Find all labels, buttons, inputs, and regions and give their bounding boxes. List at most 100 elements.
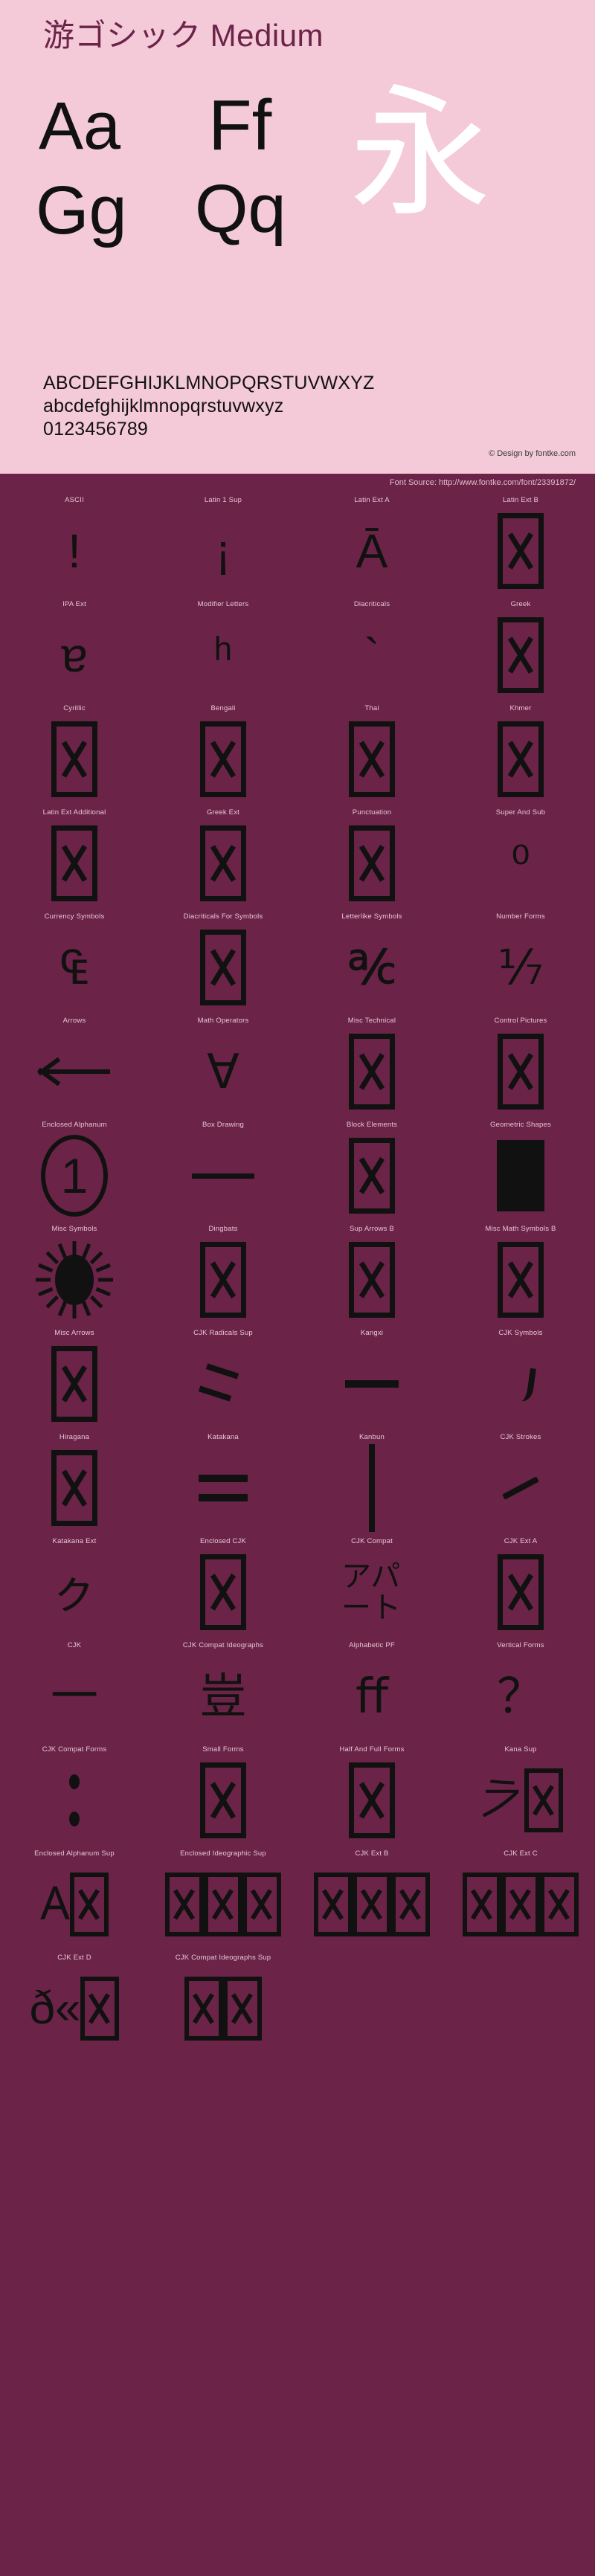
unicode-block-cell[interactable]: Misc Math Symbols B — [446, 1222, 595, 1326]
tofu-box-icon — [349, 721, 395, 797]
unicode-block-cell[interactable]: Enclosed Ideographic Sup — [149, 1846, 298, 1951]
unicode-block-label: Latin Ext B — [502, 496, 539, 504]
unicode-block-cell[interactable]: Alphabetic PF ﬀ — [298, 1638, 446, 1742]
unicode-block-cell[interactable]: Latin Ext A Ā — [298, 493, 446, 597]
unicode-block-cell[interactable]: ASCII! — [0, 493, 149, 597]
unicode-block-cell[interactable]: Super And Sub ⁰ — [446, 805, 595, 909]
unicode-block-cell[interactable]: Math Operators ∀ — [149, 1014, 298, 1118]
unicode-block-cell[interactable]: Small Forms — [149, 1742, 298, 1846]
unicode-block-cell[interactable]: CJK Symbols — [446, 1326, 595, 1430]
unicode-block-cell[interactable]: Latin 1 Sup ¡ — [149, 493, 298, 597]
unicode-block-cell[interactable]: Arrows — [0, 1014, 149, 1118]
unicode-block-cell[interactable]: Khmer — [446, 701, 595, 805]
unicode-block-cell[interactable]: Bengali — [149, 701, 298, 805]
unicode-block-label: Diacriticals For Symbols — [183, 912, 263, 921]
unicode-block-cell[interactable]: CJK Compat Ideographs Sup — [149, 1951, 298, 2055]
unicode-block-label: Diacriticals — [353, 600, 390, 608]
unicode-block-cell[interactable]: Diacriticals For Symbols — [149, 909, 298, 1014]
block-sample-glyph — [149, 1754, 298, 1846]
unicode-block-cell[interactable]: CJK Compat Ideographs 豈 — [149, 1638, 298, 1742]
unicode-block-cell[interactable]: Number Forms ⅐ — [446, 909, 595, 1014]
unicode-block-cell[interactable]: Misc Symbols — [0, 1222, 149, 1326]
unicode-block-cell[interactable]: CJK Ext D ð« — [0, 1951, 149, 2055]
unicode-block-cell[interactable]: CJK Compat アパート — [298, 1534, 446, 1638]
unicode-block-cell[interactable]: Diacriticals ` — [298, 597, 446, 701]
unicode-block-cell[interactable]: Greek — [446, 597, 595, 701]
block-sample-glyph — [446, 1025, 595, 1118]
unicode-block-cell[interactable]: Half And Full Forms — [298, 1742, 446, 1846]
unicode-block-cell[interactable]: Enclosed CJK — [149, 1534, 298, 1638]
unicode-block-cell[interactable]: Misc Arrows — [0, 1326, 149, 1430]
unicode-block-cell[interactable]: Vertical Forms ？ — [446, 1638, 595, 1742]
unicode-block-cell[interactable]: Box Drawing — [149, 1118, 298, 1222]
unicode-block-label: ASCII — [65, 496, 84, 504]
tofu-box-icon — [51, 1346, 97, 1422]
unicode-block-cell[interactable]: Kangxi — [298, 1326, 446, 1430]
block-sample-text: ⅐ — [497, 941, 544, 994]
unicode-block-cell[interactable]: Hiragana — [0, 1430, 149, 1534]
unicode-block-cell[interactable]: CJK Radicals Sup — [149, 1326, 298, 1430]
unicode-block-cell[interactable]: Modifier Letters ʰ — [149, 597, 298, 701]
tofu-box-icon — [204, 1873, 242, 1936]
unicode-block-cell[interactable]: Letterlike Symbols ℀ — [298, 909, 446, 1014]
unicode-block-cell[interactable]: CJK Strokes — [446, 1430, 595, 1534]
block-sample-glyph — [149, 1442, 298, 1534]
unicode-block-cell[interactable]: CJK 一 — [0, 1638, 149, 1742]
unicode-block-cell[interactable]: CJK Ext A — [446, 1534, 595, 1638]
block-sample-glyph — [446, 1962, 595, 2055]
unicode-block-cell[interactable]: Enclosed Alphanum 1 — [0, 1118, 149, 1222]
block-sample-glyph: アパート — [298, 1546, 446, 1638]
unicode-block-cell[interactable]: Kana Sup 𛀀 — [446, 1742, 595, 1846]
charset-uppercase: ABCDEFGHIJKLMNOPQRSTUVWXYZ — [43, 373, 375, 393]
unicode-block-cell[interactable]: Cyrillic — [0, 701, 149, 805]
unicode-block-label: IPA Ext — [62, 600, 86, 608]
unicode-block-cell[interactable]: Latin Ext Additional — [0, 805, 149, 909]
arrow-left-icon — [37, 1057, 110, 1086]
unicode-block-cell[interactable]: Misc Technical — [298, 1014, 446, 1118]
font-source-link[interactable]: Font Source: http://www.fontke.com/font/… — [390, 478, 576, 487]
unicode-block-cell[interactable]: CJK Ext B — [298, 1846, 446, 1951]
tofu-box-icon — [349, 825, 395, 901]
unicode-block-label: Modifier Letters — [197, 600, 249, 608]
unicode-block-cell[interactable]: Dingbats — [149, 1222, 298, 1326]
block-sample-text: ɐ — [61, 628, 88, 682]
unicode-block-cell[interactable]: Katakana — [149, 1430, 298, 1534]
unicode-block-cell[interactable]: Currency Symbols ₠ — [0, 909, 149, 1014]
unicode-block-cell[interactable]: CJK Compat Forms — [0, 1742, 149, 1846]
unicode-block-label: Latin 1 Sup — [204, 496, 242, 504]
unicode-block-cell[interactable]: Geometric Shapes — [446, 1118, 595, 1222]
unicode-block-cell[interactable]: Kanbun — [298, 1430, 446, 1534]
block-sample-glyph — [0, 1025, 149, 1118]
unicode-block-cell[interactable]: Block Elements — [298, 1118, 446, 1222]
unicode-block-label: Geometric Shapes — [490, 1121, 551, 1129]
unicode-block-row: CJK Ext D ð« CJK Compat Ideographs Sup — [0, 1951, 595, 2055]
unicode-block-cell[interactable]: Latin Ext B — [446, 493, 595, 597]
block-sample-glyph — [149, 1234, 298, 1326]
block-sample-text: ﬀ — [355, 1669, 389, 1723]
block-sample-text: ! — [68, 524, 81, 578]
block-sample-glyph — [298, 1754, 446, 1846]
unicode-block-label: Latin Ext A — [354, 496, 390, 504]
page-title: 游ゴシック Medium — [43, 18, 324, 53]
circled-number-icon: 1 — [41, 1135, 108, 1217]
unicode-block-cell[interactable]: Greek Ext — [149, 805, 298, 909]
unicode-block-cell[interactable]: Thai — [298, 701, 446, 805]
unicode-block-label: Kana Sup — [504, 1745, 537, 1754]
unicode-block-cell[interactable]: Sup Arrows B — [298, 1222, 446, 1326]
unicode-block-cell[interactable]: CJK Ext C — [446, 1846, 595, 1951]
unicode-block-cell[interactable]: Punctuation — [298, 805, 446, 909]
unicode-block-row: Hiragana Katakana Kanbun CJK Strokes — [0, 1430, 595, 1534]
unicode-block-cell[interactable]: Control Pictures — [446, 1014, 595, 1118]
design-credit: © Design by fontke.com — [489, 449, 576, 458]
unicode-block-cell[interactable]: IPA Ext ɐ — [0, 597, 149, 701]
font-specimen-page: 游ゴシック Medium Aa Ff Gg Qq 永 ABCDEFGHIJKLM… — [0, 0, 595, 2576]
unicode-block-cell[interactable]: Katakana Ext ㇰ — [0, 1534, 149, 1638]
unicode-block-label: Bengali — [210, 704, 236, 712]
unicode-block-cell[interactable]: Enclosed Alphanum Sup 𐊠 — [0, 1846, 149, 1951]
block-sample-glyph — [298, 1338, 446, 1430]
tofu-box-icon — [498, 721, 544, 797]
specimen-header: 游ゴシック Medium Aa Ff Gg Qq 永 ABCDEFGHIJKLM… — [0, 0, 595, 474]
unicode-block-label: Small Forms — [202, 1745, 244, 1754]
cjk-stroke-curve-icon — [504, 1365, 537, 1403]
font-source-bar: Font Source: http://www.fontke.com/font/… — [0, 474, 595, 493]
